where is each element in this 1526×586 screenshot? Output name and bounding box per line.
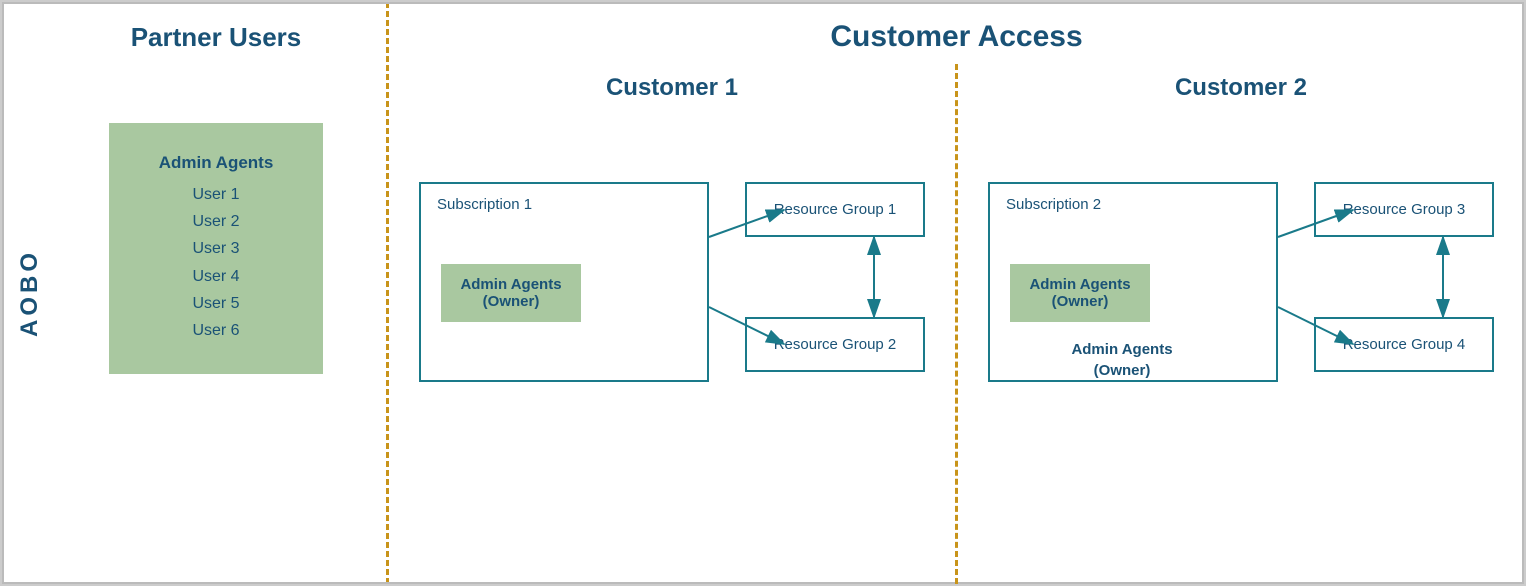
user-6: User 6 [159, 317, 274, 344]
customer1-diagram: Subscription 1 Admin Agents (Owner) Reso… [389, 122, 955, 584]
customer-access-title: Customer Access [389, 2, 1524, 64]
user-3: User 3 [159, 235, 274, 262]
user-5: User 5 [159, 290, 274, 317]
customer2-admin-line2: (Owner) [1020, 293, 1140, 310]
customer2-admin-owner-box: Admin Agents (Owner) [1010, 264, 1150, 322]
resource-group-3-label: Resource Group 3 [1343, 201, 1466, 218]
user-2: User 2 [159, 208, 274, 235]
resource-group-2-label: Resource Group 2 [774, 336, 897, 353]
customer2-title: Customer 2 [1175, 74, 1307, 102]
resource-group-2-box: Resource Group 2 [745, 317, 925, 372]
user-4: User 4 [159, 263, 274, 290]
subscription1-box: Subscription 1 Admin Agents (Owner) [419, 182, 709, 382]
resource-group-4-box: Resource Group 4 [1314, 317, 1494, 372]
admin-agents-box: Admin Agents User 1 User 2 User 3 User 4… [109, 123, 324, 374]
admin-agents-title: Admin Agents [159, 153, 274, 173]
customers-row: Customer 1 Subscription 1 Admin Agents (… [389, 64, 1524, 584]
resource-group-1-label: Resource Group 1 [774, 201, 897, 218]
customer1-title: Customer 1 [606, 74, 738, 102]
customer2-col: Customer 2 Subscription 2 Admin Agents (… [958, 64, 1524, 584]
user-1: User 1 [159, 181, 274, 208]
aobo-label: AOBO [16, 249, 44, 337]
resource-group-4-label: Resource Group 4 [1343, 336, 1466, 353]
resource-group-1-box: Resource Group 1 [745, 182, 925, 237]
customer2-admin-line1: Admin Agents [1020, 276, 1140, 293]
customer1-admin-line2: (Owner) [451, 293, 571, 310]
subscription-admin-agents-label: Admin Agents (Owner) [1006, 339, 1238, 381]
subscription1-label: Subscription 1 [437, 196, 532, 213]
user-list: User 1 User 2 User 3 User 4 User 5 User … [159, 181, 274, 344]
partner-section: Partner Users Admin Agents User 1 User 2… [46, 2, 386, 584]
resource-group-3-box: Resource Group 3 [1314, 182, 1494, 237]
customer1-admin-owner-box: Admin Agents (Owner) [441, 264, 581, 322]
customer1-admin-line1: Admin Agents [451, 276, 571, 293]
customer1-col: Customer 1 Subscription 1 Admin Agents (… [389, 64, 955, 584]
customer-access-section: Customer Access Customer 1 Subscription … [389, 2, 1524, 584]
partner-title: Partner Users [131, 22, 302, 53]
diagram-container: AOBO Partner Users Admin Agents User 1 U… [0, 0, 1526, 586]
subscription2-label: Subscription 2 [1006, 196, 1101, 213]
